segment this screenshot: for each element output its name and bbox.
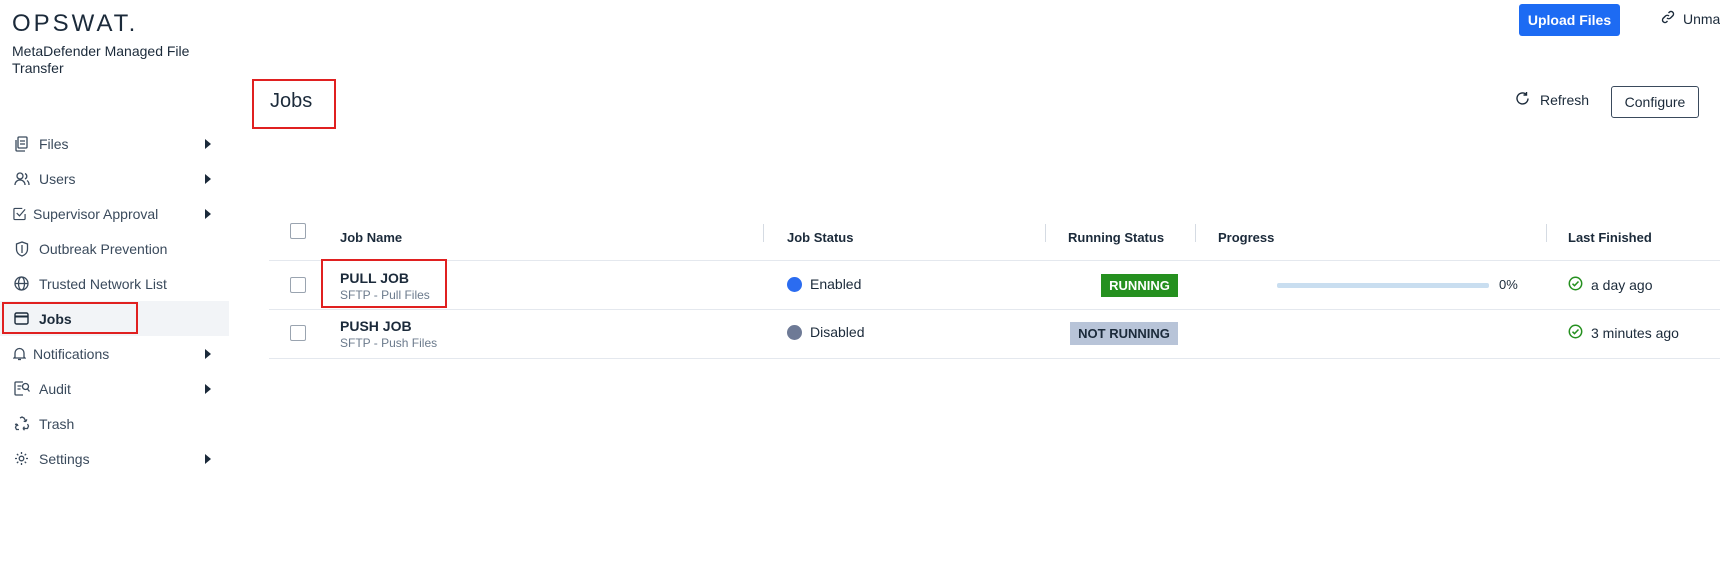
job-status: Disabled — [787, 324, 864, 340]
column-header-running-status[interactable]: Running Status — [1068, 230, 1164, 245]
table-header: Job Name Job Status Running Status Progr… — [269, 216, 1720, 261]
last-finished-label: 3 minutes ago — [1591, 325, 1679, 341]
sidebar-item-users[interactable]: Users — [0, 161, 229, 196]
chevron-right-icon — [205, 139, 211, 149]
progress-percent: 0% — [1499, 277, 1518, 292]
chevron-right-icon — [205, 209, 211, 219]
status-dot — [787, 324, 802, 340]
link-icon — [1661, 10, 1675, 27]
unmanaged-link[interactable]: Unma — [1661, 10, 1720, 27]
sidebar-nav: Files Users Supervisor Approval Outbreak… — [0, 126, 229, 476]
column-divider[interactable] — [1195, 224, 1196, 242]
globe-icon — [13, 275, 30, 292]
table-row[interactable]: PUSH JOB SFTP - Push Files Disabled NOT … — [269, 310, 1720, 359]
sidebar-item-audit[interactable]: Audit — [0, 371, 229, 406]
unmanaged-label: Unma — [1683, 10, 1720, 27]
brand: OPSWAT. MetaDefender Managed File Transf… — [12, 11, 192, 77]
last-finished: 3 minutes ago — [1568, 324, 1679, 342]
select-all-checkbox[interactable] — [290, 223, 306, 239]
job-subtitle: SFTP - Push Files — [340, 336, 438, 350]
table-row[interactable]: PULL JOB SFTP - Pull Files Enabled RUNNI… — [269, 261, 1720, 310]
configure-button[interactable]: Configure — [1611, 86, 1699, 118]
column-divider[interactable] — [763, 224, 764, 242]
opswat-logo[interactable]: OPSWAT. — [12, 11, 192, 37]
sidebar-item-label: Supervisor Approval — [33, 205, 159, 222]
approval-icon — [13, 205, 26, 222]
column-header-job-status[interactable]: Job Status — [787, 230, 853, 245]
sidebar-item-label: Audit — [39, 380, 71, 397]
sidebar-item-label: Notifications — [33, 345, 110, 362]
sidebar-item-label: Users — [39, 170, 76, 187]
sidebar-item-files[interactable]: Files — [0, 126, 229, 161]
last-finished-label: a day ago — [1591, 277, 1653, 293]
refresh-button[interactable]: Refresh — [1515, 91, 1589, 109]
sidebar-item-jobs[interactable]: Jobs — [0, 301, 229, 336]
column-divider[interactable] — [1045, 224, 1046, 242]
chevron-right-icon — [205, 384, 211, 394]
status-label: Disabled — [810, 324, 865, 340]
gear-icon — [13, 450, 30, 467]
running-status-badge: RUNNING — [1101, 274, 1178, 297]
bell-icon — [13, 345, 26, 362]
audit-icon — [13, 380, 30, 397]
product-name: MetaDefender Managed File Transfer — [12, 43, 190, 76]
jobs-icon — [13, 310, 30, 327]
files-icon — [13, 135, 30, 152]
check-circle-icon — [1568, 276, 1583, 294]
sidebar-item-outbreak-prevention[interactable]: Outbreak Prevention — [0, 231, 229, 266]
check-circle-icon — [1568, 324, 1583, 342]
sidebar-item-label: Settings — [39, 450, 90, 467]
sidebar-item-trash[interactable]: Trash — [0, 406, 229, 441]
job-name[interactable]: PUSH JOB — [340, 318, 412, 334]
sidebar-item-label: Trash — [39, 415, 75, 432]
upload-files-button[interactable]: Upload Files — [1519, 4, 1620, 36]
chevron-right-icon — [205, 349, 211, 359]
sidebar-item-label: Jobs — [39, 310, 72, 327]
sidebar-item-label: Trusted Network List — [39, 275, 167, 292]
chevron-right-icon — [205, 454, 211, 464]
job-status: Enabled — [787, 276, 861, 292]
sidebar-item-trusted-network-list[interactable]: Trusted Network List — [0, 266, 229, 301]
sidebar-item-label: Outbreak Prevention — [39, 240, 168, 257]
users-icon — [13, 170, 30, 187]
job-name[interactable]: PULL JOB — [340, 270, 409, 286]
row-checkbox[interactable] — [290, 277, 306, 293]
shield-icon — [13, 240, 30, 257]
progress-bar — [1277, 283, 1489, 288]
column-header-progress[interactable]: Progress — [1218, 230, 1274, 245]
column-header-last-finished[interactable]: Last Finished — [1568, 230, 1652, 245]
sidebar: OPSWAT. MetaDefender Managed File Transf… — [0, 0, 229, 562]
chevron-right-icon — [205, 174, 211, 184]
last-finished: a day ago — [1568, 276, 1653, 294]
page-title: Jobs — [270, 90, 313, 112]
recycle-icon — [13, 415, 30, 432]
status-label: Enabled — [810, 276, 862, 292]
job-subtitle: SFTP - Pull Files — [340, 288, 430, 302]
sidebar-item-notifications[interactable]: Notifications — [0, 336, 229, 371]
refresh-icon — [1515, 91, 1530, 109]
column-header-job-name[interactable]: Job Name — [340, 230, 402, 245]
sidebar-item-label: Files — [39, 135, 69, 152]
row-checkbox[interactable] — [290, 325, 306, 341]
status-dot — [787, 276, 802, 292]
column-divider[interactable] — [1546, 224, 1547, 242]
sidebar-item-settings[interactable]: Settings — [0, 441, 229, 476]
jobs-table: Job Name Job Status Running Status Progr… — [269, 216, 1720, 359]
refresh-label: Refresh — [1540, 92, 1590, 108]
running-status-badge: NOT RUNNING — [1070, 322, 1178, 345]
sidebar-item-supervisor-approval[interactable]: Supervisor Approval — [0, 196, 229, 231]
